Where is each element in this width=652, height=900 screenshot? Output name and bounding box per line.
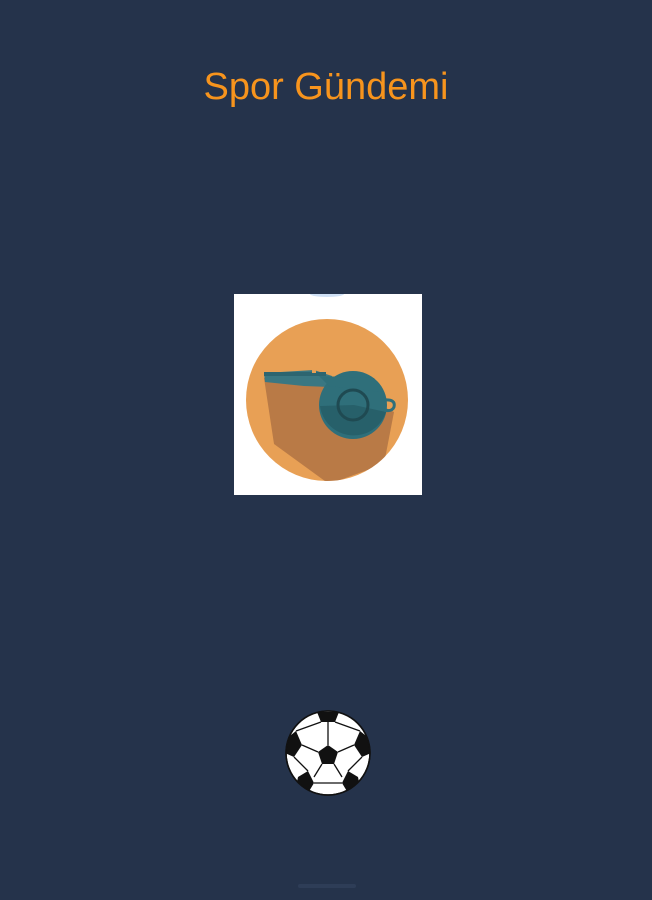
loading-indicator (284, 709, 372, 797)
splash-screen: Spor Gündemi (0, 0, 652, 900)
app-title: Spor Gündemi (203, 66, 449, 108)
app-logo (234, 294, 422, 495)
soccer-ball-icon (285, 710, 371, 796)
whistle-icon (246, 294, 408, 481)
home-indicator[interactable] (298, 884, 356, 888)
